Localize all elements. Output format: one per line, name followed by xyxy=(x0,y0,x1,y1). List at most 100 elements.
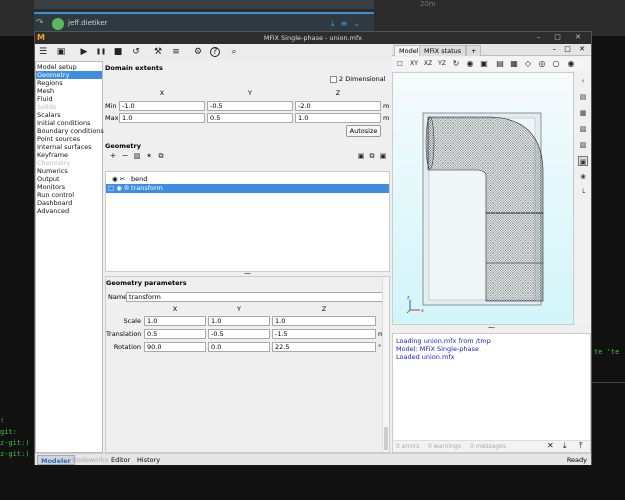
copy-icon[interactable]: ⧉ xyxy=(155,150,167,162)
xz-view-icon[interactable]: XZ xyxy=(423,59,433,69)
menu-icon[interactable]: ☰ xyxy=(37,46,49,58)
geometry-title: Geometry xyxy=(105,142,141,150)
nav-item-internal-surfaces[interactable]: Internal surfaces xyxy=(36,143,102,151)
nav-item-run-control[interactable]: Run control xyxy=(36,191,102,199)
visibility-icon[interactable]: ◉ ✂ xyxy=(112,175,125,184)
panel-window-controls[interactable]: – □ ✕ xyxy=(553,45,588,53)
geometry-view-icon[interactable]: ▤ xyxy=(578,92,588,102)
splitter-handle[interactable]: ⁓ xyxy=(392,325,591,332)
tree-row-label: transform xyxy=(131,184,163,192)
perspective-icon[interactable]: ◉ xyxy=(465,59,475,69)
window-controls[interactable]: – □ ✕ xyxy=(537,33,587,41)
settings-icon[interactable]: ⚙ xyxy=(192,46,204,58)
nav-item-monitors[interactable]: Monitors xyxy=(36,183,102,191)
max-label: Max xyxy=(105,114,119,122)
scroll-top-icon[interactable]: ⤒ xyxy=(579,441,583,451)
nav-item-output[interactable]: Output xyxy=(36,175,102,183)
nav-item-advanced[interactable]: Advanced xyxy=(36,207,102,215)
mode-history[interactable]: History xyxy=(134,455,163,465)
search-icon[interactable]: ⌕ xyxy=(228,46,240,58)
translation-y-input[interactable]: -0.5 xyxy=(208,329,270,339)
xy-view-icon[interactable]: XY xyxy=(409,59,419,69)
translation-z-input[interactable]: -1.5 xyxy=(272,329,376,339)
parameters-icon[interactable]: ≡ xyxy=(170,46,182,58)
view-toolbar: □ XY XZ YZ ↻ ◉ ▣ ▤ ▦ ◇ ◎ ○ ◉ xyxy=(392,57,591,71)
tab-add[interactable]: + xyxy=(466,45,482,56)
rotate-icon[interactable]: ↻ xyxy=(451,59,461,69)
tree-row-bend[interactable]: ◉ ✂ bend xyxy=(106,175,389,184)
name-label: Name xyxy=(108,293,128,301)
console-footer: 0 errors 0 warnings 0 messages ✕ ⤓ ⤒ xyxy=(393,440,590,452)
nav-item-regions[interactable]: Regions xyxy=(36,79,102,87)
scrollbar-thumb[interactable] xyxy=(384,427,388,450)
3d-viewport[interactable]: z x xyxy=(392,72,574,325)
axes-view-icon[interactable]: └ xyxy=(578,188,588,198)
nav-item-keyframe[interactable]: Keyframe xyxy=(36,151,102,159)
build-icon[interactable]: ⚒ xyxy=(152,46,164,58)
visibility-icon[interactable]: □ ◉ ✇ xyxy=(108,184,129,193)
min-y-input[interactable]: -0.5 xyxy=(207,101,293,111)
cube-icon[interactable]: ◇ xyxy=(523,59,533,69)
stop-icon[interactable]: ■ xyxy=(112,46,124,58)
edit-geometry-icon[interactable]: ▧ xyxy=(131,150,143,162)
two-dimensional-checkbox[interactable] xyxy=(330,76,337,83)
save-icon[interactable]: ▣ xyxy=(55,46,67,58)
difference-icon[interactable]: ▣ xyxy=(377,150,389,162)
particles-view-icon[interactable]: ❀ xyxy=(578,172,588,182)
nav-item-scalars[interactable]: Scalars xyxy=(36,111,102,119)
fit-view-icon[interactable]: □ xyxy=(395,59,405,69)
nav-item-model-setup[interactable]: Model setup xyxy=(36,63,102,71)
mesh-view-icon[interactable]: ▦ xyxy=(578,108,588,118)
filter-icon[interactable]: ✶ xyxy=(143,150,155,162)
nav-item-point-sources[interactable]: Point sources xyxy=(36,135,102,143)
eye-icon[interactable]: ◉ xyxy=(566,59,576,69)
run-icon[interactable]: ▶ xyxy=(78,46,90,58)
clear-icon[interactable]: ✕ xyxy=(547,441,554,450)
nav-item-boundary-conditions[interactable]: Boundary conditions xyxy=(36,127,104,135)
nav-item-fluid[interactable]: Fluid xyxy=(36,95,102,103)
parameters-content: Geometry parameters Name transform X Y Z… xyxy=(106,277,389,452)
nav-item-geometry[interactable]: Geometry xyxy=(36,71,102,79)
collapse-icon[interactable]: ‹ xyxy=(578,76,588,86)
max-y-input[interactable]: 0.5 xyxy=(207,113,293,123)
status-text: Ready xyxy=(566,456,587,464)
nav-item-mesh[interactable]: Mesh xyxy=(36,87,102,95)
regions-view-icon[interactable]: ▨ xyxy=(578,140,588,150)
translation-x-input[interactable]: 0.5 xyxy=(144,329,206,339)
cylinder-icon[interactable]: ◎ xyxy=(537,59,547,69)
rotation-y-input[interactable]: 0.0 xyxy=(208,342,270,352)
reset-icon[interactable]: ↺ xyxy=(130,46,142,58)
min-z-input[interactable]: -2.0 xyxy=(295,101,381,111)
name-input[interactable]: transform xyxy=(126,292,389,302)
tab-mfix-status[interactable]: MFiX status xyxy=(419,45,467,56)
help-icon[interactable]: ? xyxy=(210,47,220,57)
background-mesh-icon[interactable]: ▧ xyxy=(578,124,588,134)
screenshot-icon[interactable]: ▤ xyxy=(495,59,505,69)
scale-z-input[interactable]: 1.0 xyxy=(272,316,376,326)
yz-view-icon[interactable]: YZ xyxy=(437,59,447,69)
add-geometry-icon[interactable]: + xyxy=(107,150,119,162)
scroll-bottom-icon[interactable]: ⤓ xyxy=(563,441,567,451)
vertical-scrollbar[interactable] xyxy=(382,277,389,452)
pause-icon[interactable]: ❚❚ xyxy=(95,46,107,58)
nav-item-dashboard[interactable]: Dashboard xyxy=(36,199,102,207)
mode-nodeworks[interactable]: Nodeworks xyxy=(69,455,111,465)
remove-geometry-icon[interactable]: − xyxy=(119,150,131,162)
max-z-input[interactable]: 1.0 xyxy=(295,113,381,123)
max-x-input[interactable]: 1.0 xyxy=(119,113,205,123)
scale-y-input[interactable]: 1.0 xyxy=(208,316,270,326)
min-x-input[interactable]: -1.0 xyxy=(119,101,205,111)
tree-row-transform[interactable]: □ ◉ ✇ transform xyxy=(106,184,389,193)
cylinder-mesh xyxy=(485,212,544,302)
nav-item-initial-conditions[interactable]: Initial conditions xyxy=(36,119,102,127)
domain-view-icon[interactable]: ▣ xyxy=(578,156,588,166)
nav-item-numerics[interactable]: Numerics xyxy=(36,167,102,175)
sphere-icon[interactable]: ○ xyxy=(551,59,561,69)
camera-icon[interactable]: ▣ xyxy=(479,59,489,69)
background-icon[interactable]: ▦ xyxy=(509,59,519,69)
rotation-z-input[interactable]: 22.5 xyxy=(272,342,376,352)
scale-x-input[interactable]: 1.0 xyxy=(144,316,206,326)
autosize-button[interactable]: Autosize xyxy=(346,125,381,137)
rotation-x-input[interactable]: 90.0 xyxy=(144,342,206,352)
mode-editor[interactable]: Editor xyxy=(108,455,133,465)
